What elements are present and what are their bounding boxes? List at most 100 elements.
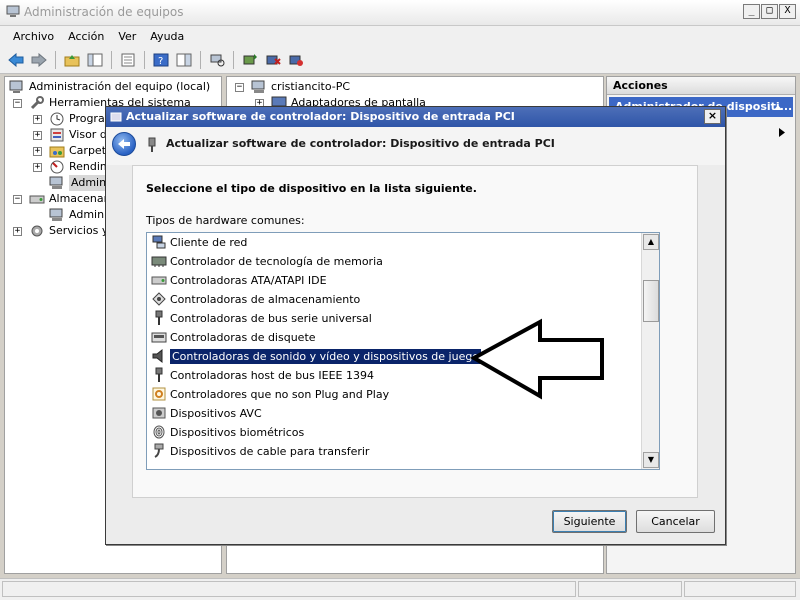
shared-folder-icon <box>49 143 65 159</box>
menu-ayuda[interactable]: Ayuda <box>143 30 191 43</box>
toolbar-separator <box>233 50 234 69</box>
computer-management-icon <box>6 5 20 19</box>
device-plug-icon <box>146 137 158 156</box>
hardware-types-label: Tipos de hardware comunes: <box>146 214 305 227</box>
list-item-label: Dispositivos AVC <box>170 407 262 420</box>
folder-up-icon[interactable] <box>62 50 82 70</box>
forward-arrow-icon[interactable] <box>29 50 49 70</box>
list-item-label: Controladoras de almacenamiento <box>170 293 361 306</box>
dialog-body: Seleccione el tipo de dispositivo en la … <box>132 165 698 498</box>
show-hide-pane-icon[interactable] <box>174 50 194 70</box>
next-button[interactable]: Siguiente <box>552 510 627 533</box>
computer-icon <box>251 79 267 95</box>
floppy-icon <box>151 329 167 345</box>
expand-icon[interactable]: + <box>33 147 42 156</box>
list-item[interactable]: Controladoras ATA/ATAPI IDE <box>147 271 641 290</box>
properties-icon[interactable] <box>118 50 138 70</box>
update-driver-dialog: Actualizar software de controlador: Disp… <box>105 106 726 545</box>
list-item-label: Controladoras host de bus IEEE 1394 <box>170 369 374 382</box>
list-item[interactable]: Dispositivos AVC <box>147 404 641 423</box>
scroll-up-arrow[interactable]: ▲ <box>643 234 659 250</box>
submenu-arrow-icon[interactable] <box>779 127 785 140</box>
status-cell <box>684 581 796 597</box>
back-arrow-icon <box>118 139 130 149</box>
dialog-header-title: Actualizar software de controlador: Disp… <box>166 137 555 150</box>
annotation-arrow-icon <box>469 318 610 405</box>
toolbar-separator <box>144 50 145 69</box>
collapse-icon[interactable]: − <box>235 83 244 92</box>
list-item-label: Controladoras de bus serie universal <box>170 312 372 325</box>
maximize-button[interactable]: □ <box>761 4 778 19</box>
list-item-label: Cliente de red <box>170 236 248 249</box>
status-cell <box>2 581 576 597</box>
list-item[interactable]: Cliente de red <box>147 233 641 252</box>
list-scrollbar[interactable]: ▲ ▼ <box>641 233 659 469</box>
scan-hardware-icon[interactable] <box>207 50 227 70</box>
scroll-down-arrow[interactable]: ▼ <box>643 452 659 468</box>
dialog-title: Actualizar software de controlador: Disp… <box>126 110 515 123</box>
list-item-label: Controladoras ATA/ATAPI IDE <box>170 274 327 287</box>
fingerprint-icon <box>151 424 167 440</box>
toolbar-separator <box>111 50 112 69</box>
list-item[interactable]: Dispositivos biométricos <box>147 423 641 442</box>
help-icon[interactable]: ? <box>151 50 171 70</box>
toolbar: ? <box>0 46 800 74</box>
dialog-title-bar[interactable]: Actualizar software de controlador: Disp… <box>106 107 725 127</box>
uninstall-device-icon[interactable] <box>286 50 306 70</box>
expand-icon[interactable]: + <box>13 227 22 236</box>
collapse-up-icon[interactable] <box>773 101 783 114</box>
close-button[interactable]: X <box>779 4 796 19</box>
list-item-label: Dispositivos biométricos <box>170 426 305 439</box>
actions-header: Acciones <box>607 77 795 95</box>
avc-icon <box>151 405 167 421</box>
console-tree-icon[interactable] <box>85 50 105 70</box>
minimize-button[interactable]: _ <box>743 4 760 19</box>
collapse-icon[interactable]: − <box>13 99 22 108</box>
cancel-button[interactable]: Cancelar <box>636 510 715 533</box>
performance-icon <box>49 159 65 175</box>
computer-management-icon <box>9 79 25 95</box>
update-driver-icon[interactable] <box>240 50 260 70</box>
expand-icon[interactable]: + <box>33 115 42 124</box>
tools-icon <box>29 95 45 111</box>
main-title-bar[interactable]: Administración de equipos _ □ X <box>0 0 800 26</box>
dialog-close-button[interactable]: × <box>704 109 721 124</box>
event-viewer-icon <box>49 127 65 143</box>
firewire-icon <box>151 367 167 383</box>
storage-icon <box>29 191 45 207</box>
back-button[interactable] <box>112 132 136 156</box>
disable-device-icon[interactable] <box>263 50 283 70</box>
list-item-label: Controladoras de sonido y vídeo y dispos… <box>170 349 482 364</box>
memory-icon <box>151 253 167 269</box>
list-item-label: Dispositivos de cable para transferir <box>170 445 370 458</box>
list-item[interactable]: Controladoras de almacenamiento <box>147 290 641 309</box>
scroll-thumb[interactable] <box>643 280 659 322</box>
ide-icon <box>151 272 167 288</box>
list-item[interactable]: Controlador de tecnología de memoria <box>147 252 641 271</box>
disk-management-icon <box>49 207 65 223</box>
device-manager-icon <box>49 175 65 191</box>
list-item-label: Controladoras de disquete <box>170 331 316 344</box>
dialog-header: Actualizar software de controlador: Disp… <box>106 127 725 165</box>
list-item-label: Controladores que no son Plug and Play <box>170 388 390 401</box>
toolbar-separator <box>55 50 56 69</box>
back-arrow-icon[interactable] <box>6 50 26 70</box>
list-item-label: Controlador de tecnología de memoria <box>170 255 383 268</box>
tree-label: Prograr <box>69 112 110 125</box>
menu-archivo[interactable]: Archivo <box>6 30 61 43</box>
expand-icon[interactable]: + <box>33 163 42 172</box>
menu-ver[interactable]: Ver <box>111 30 143 43</box>
cable-icon <box>151 443 167 459</box>
toolbar-separator <box>200 50 201 69</box>
computer-name: cristiancito-PC <box>271 80 351 93</box>
svg-text:?: ? <box>158 56 163 67</box>
instruction-text: Seleccione el tipo de dispositivo en la … <box>146 182 477 195</box>
menu-accion[interactable]: Acción <box>61 30 111 43</box>
collapse-icon[interactable]: − <box>13 195 22 204</box>
expand-icon[interactable]: + <box>33 131 42 140</box>
tree-label: Servicios y <box>49 224 109 237</box>
services-icon <box>29 223 45 239</box>
menu-bar: Archivo Acción Ver Ayuda <box>0 26 800 46</box>
status-bar <box>0 578 800 600</box>
list-item[interactable]: Dispositivos de cable para transferir <box>147 442 641 461</box>
